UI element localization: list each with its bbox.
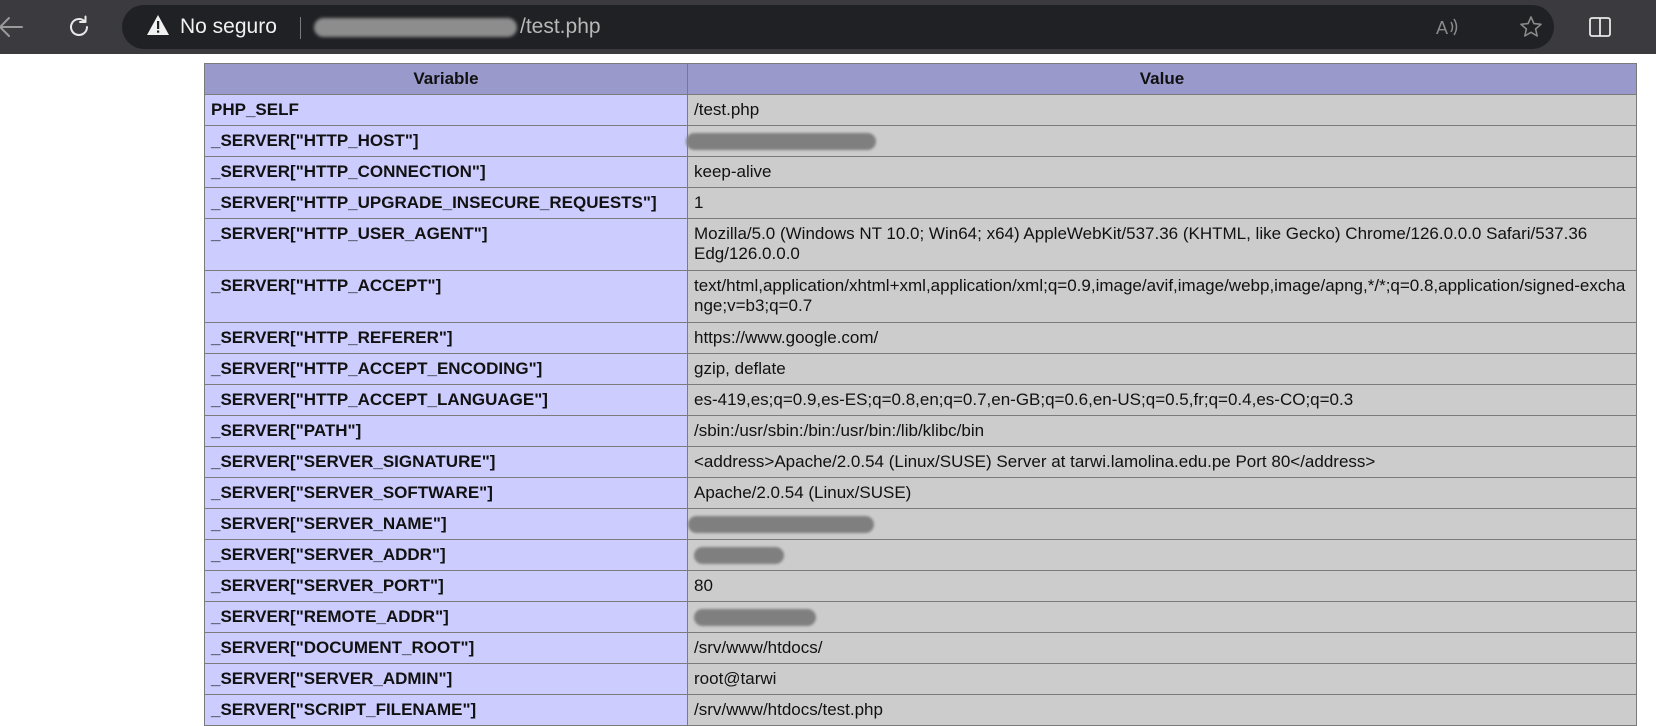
variable-cell: _SERVER["SERVER_SOFTWARE"] <box>204 477 688 509</box>
table-row: _SERVER["SERVER_SIGNATURE"] <address>Apac… <box>204 446 1637 478</box>
table-row: _SERVER["HTTP_USER_AGENT"] Mozilla/5.0 (W… <box>204 218 1637 271</box>
star-icon[interactable] <box>1518 14 1544 40</box>
variable-cell: _SERVER["HTTP_HOST"] <box>204 125 688 157</box>
table-row: _SERVER["PATH"]/sbin:/usr/sbin:/bin:/usr… <box>204 415 1637 447</box>
table-row: _SERVER["DOCUMENT_ROOT"]/srv/www/htdocs/ <box>204 632 1637 664</box>
variable-cell: _SERVER["HTTP_ACCEPT_LANGUAGE"] <box>204 384 688 416</box>
variable-cell: _SERVER["SERVER_ADMIN"] <box>204 663 688 695</box>
address-bar[interactable]: No seguro /test.php A <box>122 5 1554 49</box>
table-row: PHP_SELF/test.php <box>204 94 1637 126</box>
value-cell: text/html,application/xhtml+xml,applicat… <box>687 270 1637 323</box>
variable-cell: _SERVER["HTTP_ACCEPT"] <box>204 270 688 323</box>
variable-cell: _SERVER["HTTP_CONNECTION"] <box>204 156 688 188</box>
table-row: _SERVER["SERVER_PORT"] 80 <box>204 570 1637 602</box>
header-variable: Variable <box>204 63 688 95</box>
value-cell: Apache/2.0.54 (Linux/SUSE) <box>687 477 1637 509</box>
reload-icon[interactable] <box>62 10 96 44</box>
variable-cell: _SERVER["SERVER_NAME"] <box>204 508 688 540</box>
variable-cell: PHP_SELF <box>204 94 688 126</box>
variable-cell: _SERVER["HTTP_ACCEPT_ENCODING"] <box>204 353 688 385</box>
value-cell <box>687 539 1637 571</box>
table-row: _SERVER["HTTP_UPGRADE_INSECURE_REQUESTS"… <box>204 187 1637 219</box>
warning-icon <box>146 14 170 41</box>
variable-cell: _SERVER["DOCUMENT_ROOT"] <box>204 632 688 664</box>
variable-cell: _SERVER["REMOTE_ADDR"] <box>204 601 688 633</box>
value-cell <box>687 601 1637 633</box>
value-cell: Mozilla/5.0 (Windows NT 10.0; Win64; x64… <box>687 218 1637 271</box>
variable-cell: _SERVER["SCRIPT_FILENAME"] <box>204 694 688 726</box>
value-cell: /srv/www/htdocs/ <box>687 632 1637 664</box>
table-row: _SERVER["SERVER_ADDR"] <box>204 539 1637 571</box>
browser-toolbar: No seguro /test.php A <box>0 0 1656 54</box>
header-value: Value <box>687 63 1637 95</box>
redacted-value <box>694 547 784 565</box>
value-cell: /test.php <box>687 94 1637 126</box>
svg-text:A: A <box>1436 18 1448 38</box>
security-label: No seguro <box>180 15 277 38</box>
read-aloud-icon[interactable]: A <box>1434 14 1460 40</box>
redacted-value <box>694 609 816 627</box>
value-cell <box>687 508 1637 540</box>
value-cell: keep-alive <box>687 156 1637 188</box>
value-cell: root@tarwi <box>687 663 1637 695</box>
table-header-row: Variable Value <box>204 63 1637 95</box>
value-cell: es-419,es;q=0.9,es-ES;q=0.8,en;q=0.7,en-… <box>687 384 1637 416</box>
back-arrow-icon[interactable] <box>0 10 28 44</box>
value-cell: /sbin:/usr/sbin:/bin:/usr/bin:/lib/klibc… <box>687 415 1637 447</box>
table-row: _SERVER["HTTP_HOST"] <box>204 125 1637 157</box>
variable-cell: _SERVER["SERVER_SIGNATURE"] <box>204 446 688 478</box>
variable-cell: _SERVER["HTTP_REFERER"] <box>204 322 688 354</box>
table-row: _SERVER["HTTP_ACCEPT_LANGUAGE"] es-419,es… <box>204 384 1637 416</box>
site-security-button[interactable]: No seguro <box>146 5 277 49</box>
redacted-value <box>686 133 876 151</box>
table-row: _SERVER["REMOTE_ADDR"] <box>204 601 1637 633</box>
value-cell: gzip, deflate <box>687 353 1637 385</box>
value-cell: https://www.google.com/ <box>687 322 1637 354</box>
table-row: _SERVER["HTTP_CONNECTION"] keep-alive <box>204 156 1637 188</box>
variable-cell: _SERVER["HTTP_USER_AGENT"] <box>204 218 688 271</box>
variable-cell: _SERVER["SERVER_ADDR"] <box>204 539 688 571</box>
value-cell: /srv/www/htdocs/test.php <box>687 694 1637 726</box>
table-row: _SERVER["HTTP_REFERER"] https://www.googl… <box>204 322 1637 354</box>
table-row: _SERVER["HTTP_ACCEPT"] text/html,applicat… <box>204 270 1637 323</box>
table-row: _SERVER["SERVER_SOFTWARE"] Apache/2.0.54 … <box>204 477 1637 509</box>
value-cell: 80 <box>687 570 1637 602</box>
table-row: _SERVER["HTTP_ACCEPT_ENCODING"] gzip, def… <box>204 353 1637 385</box>
address-divider <box>300 17 301 39</box>
url-path[interactable]: /test.php <box>520 5 601 49</box>
table-row: _SERVER["SERVER_ADMIN"] root@tarwi <box>204 663 1637 695</box>
variable-cell: _SERVER["SERVER_PORT"] <box>204 570 688 602</box>
split-screen-icon[interactable] <box>1583 10 1617 44</box>
server-variables-table: Variable Value PHP_SELF/test.php _SERVER… <box>204 63 1637 726</box>
value-cell <box>686 125 1637 157</box>
variable-cell: _SERVER["PATH"] <box>204 415 688 447</box>
redacted-value <box>688 516 874 534</box>
variable-cell: _SERVER["HTTP_UPGRADE_INSECURE_REQUESTS"… <box>204 187 688 219</box>
table-row: _SERVER["SERVER_NAME"] <box>204 508 1637 540</box>
value-cell: <address>Apache/2.0.54 (Linux/SUSE) Serv… <box>687 446 1637 478</box>
value-cell: 1 <box>687 187 1637 219</box>
redacted-host <box>314 18 517 37</box>
table-row: _SERVER["SCRIPT_FILENAME"]/srv/www/htdoc… <box>204 694 1637 726</box>
